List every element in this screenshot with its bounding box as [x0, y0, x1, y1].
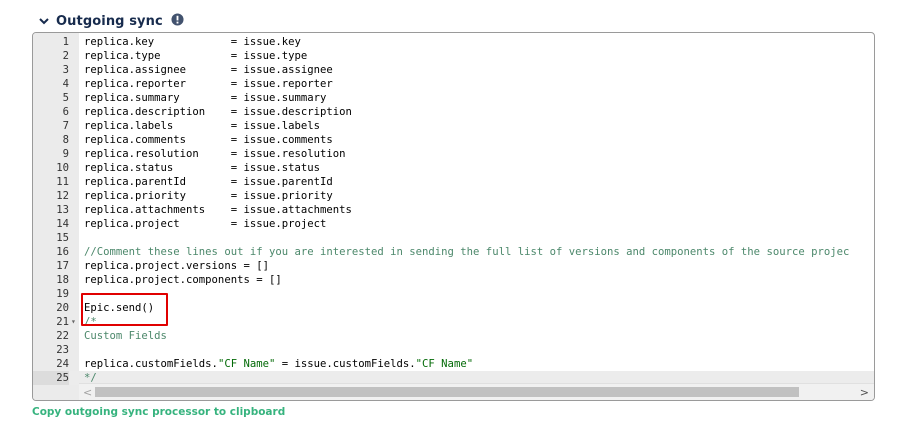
code-text: replica.project.components = []	[84, 274, 282, 286]
code-text: replica.key = issue.key	[84, 36, 301, 48]
line-number: 8	[62, 134, 69, 146]
code-line[interactable]: 22 Custom Fields	[33, 329, 874, 343]
line-number: 12	[56, 190, 69, 202]
line-number: 19	[56, 288, 69, 300]
fold-arrow-icon[interactable]: ▾	[71, 315, 76, 329]
code-line[interactable]: 1 replica.key = issue.key	[33, 35, 874, 49]
code-line[interactable]: 6 replica.description = issue.description	[33, 105, 874, 119]
line-number: 3	[62, 64, 69, 76]
code-line[interactable]: 13 replica.attachments = issue.attachment…	[33, 203, 874, 217]
code-text: replica.attachments = issue.attachments	[84, 204, 352, 216]
line-number: 14	[56, 218, 69, 230]
code-line[interactable]: 5 replica.summary = issue.summary	[33, 91, 874, 105]
code-text: replica.assignee = issue.assignee	[84, 64, 333, 76]
code-text: replica.comments = issue.comments	[84, 134, 333, 146]
code-text: replica.priority = issue.priority	[84, 190, 333, 202]
code-text: replica.project = issue.project	[84, 218, 327, 230]
highlight-annotation-box	[81, 293, 168, 326]
line-number: 21	[56, 316, 69, 328]
line-number: 23	[56, 344, 69, 356]
line-number: 4	[62, 78, 69, 90]
code-text: replica.summary = issue.summary	[84, 92, 327, 104]
code-text: replica.status = issue.status	[84, 162, 320, 174]
line-number: 11	[56, 176, 69, 188]
line-number: 24	[56, 358, 69, 370]
line-number: 22	[56, 330, 69, 342]
code-line[interactable]: 12 replica.priority = issue.priority	[33, 189, 874, 203]
code-text: replica.type = issue.type	[84, 50, 308, 62]
line-number: 13	[56, 204, 69, 216]
code-text: //Comment these lines out if you are int…	[84, 246, 850, 258]
section-title: Outgoing sync	[56, 13, 163, 29]
line-number: 10	[56, 162, 69, 174]
info-circle-icon[interactable]	[171, 12, 184, 26]
code-line[interactable]: 18 replica.project.components = []	[33, 273, 874, 287]
code-editor[interactable]: 1 replica.key = issue.key 2 replica.type = …	[32, 32, 875, 401]
line-number: 20	[56, 302, 69, 314]
copy-outgoing-sync-link[interactable]: Copy outgoing sync processor to clipboar…	[32, 406, 285, 418]
code-line[interactable]: 23	[33, 343, 874, 357]
line-number: 6	[62, 106, 69, 118]
code-line[interactable]: 16 //Comment these lines out if you are i…	[33, 245, 874, 259]
scrollbar-thumb[interactable]	[95, 387, 799, 397]
line-number: 7	[62, 120, 69, 132]
code-text: Custom Fields	[84, 330, 167, 342]
code-line[interactable]: 9 replica.resolution = issue.resolution	[33, 147, 874, 161]
line-number: 25	[33, 371, 69, 385]
code-line[interactable]: 8 replica.comments = issue.comments	[33, 133, 874, 147]
line-number: 2	[62, 50, 69, 62]
line-number: 9	[62, 148, 69, 160]
code-text: replica.reporter = issue.reporter	[84, 78, 333, 90]
code-line[interactable]: 7 replica.labels = issue.labels	[33, 119, 874, 133]
line-number: 5	[62, 92, 69, 104]
scroll-right-icon[interactable]: >	[860, 386, 869, 399]
code-line[interactable]: 10 replica.status = issue.status	[33, 161, 874, 175]
code-line[interactable]: 14 replica.project = issue.project	[33, 217, 874, 231]
code-text: replica.parentId = issue.parentId	[84, 176, 333, 188]
code-text: replica.resolution = issue.resolution	[84, 148, 346, 160]
code-text: replica.description = issue.description	[84, 106, 352, 118]
line-number: 17	[56, 260, 69, 272]
line-number: 16	[56, 246, 69, 258]
code-area[interactable]: 1 replica.key = issue.key 2 replica.type = …	[33, 33, 874, 385]
code-line[interactable]: 2 replica.type = issue.type	[33, 49, 874, 63]
code-line[interactable]: 4 replica.reporter = issue.reporter	[33, 77, 874, 91]
line-number: 1	[62, 36, 69, 48]
scroll-left-icon[interactable]: <	[83, 386, 92, 399]
code-text: replica.labels = issue.labels	[84, 120, 320, 132]
code-line[interactable]: 11 replica.parentId = issue.parentId	[33, 175, 874, 189]
section-header[interactable]: Outgoing sync	[38, 11, 184, 31]
code-text: replica.project.versions = []	[84, 260, 269, 272]
chevron-down-icon[interactable]	[38, 15, 50, 27]
code-line[interactable]: 3 replica.assignee = issue.assignee	[33, 63, 874, 77]
line-number: 15	[56, 232, 69, 244]
code-text: replica.customFields."CF Name" = issue.c…	[84, 358, 474, 370]
code-line[interactable]: 24 replica.customFields."CF Name" = issue…	[33, 357, 874, 371]
line-number: 18	[56, 274, 69, 286]
code-line[interactable]: 15	[33, 231, 874, 245]
code-line[interactable]: 17 replica.project.versions = []	[33, 259, 874, 273]
horizontal-scrollbar[interactable]: < >	[79, 383, 874, 400]
